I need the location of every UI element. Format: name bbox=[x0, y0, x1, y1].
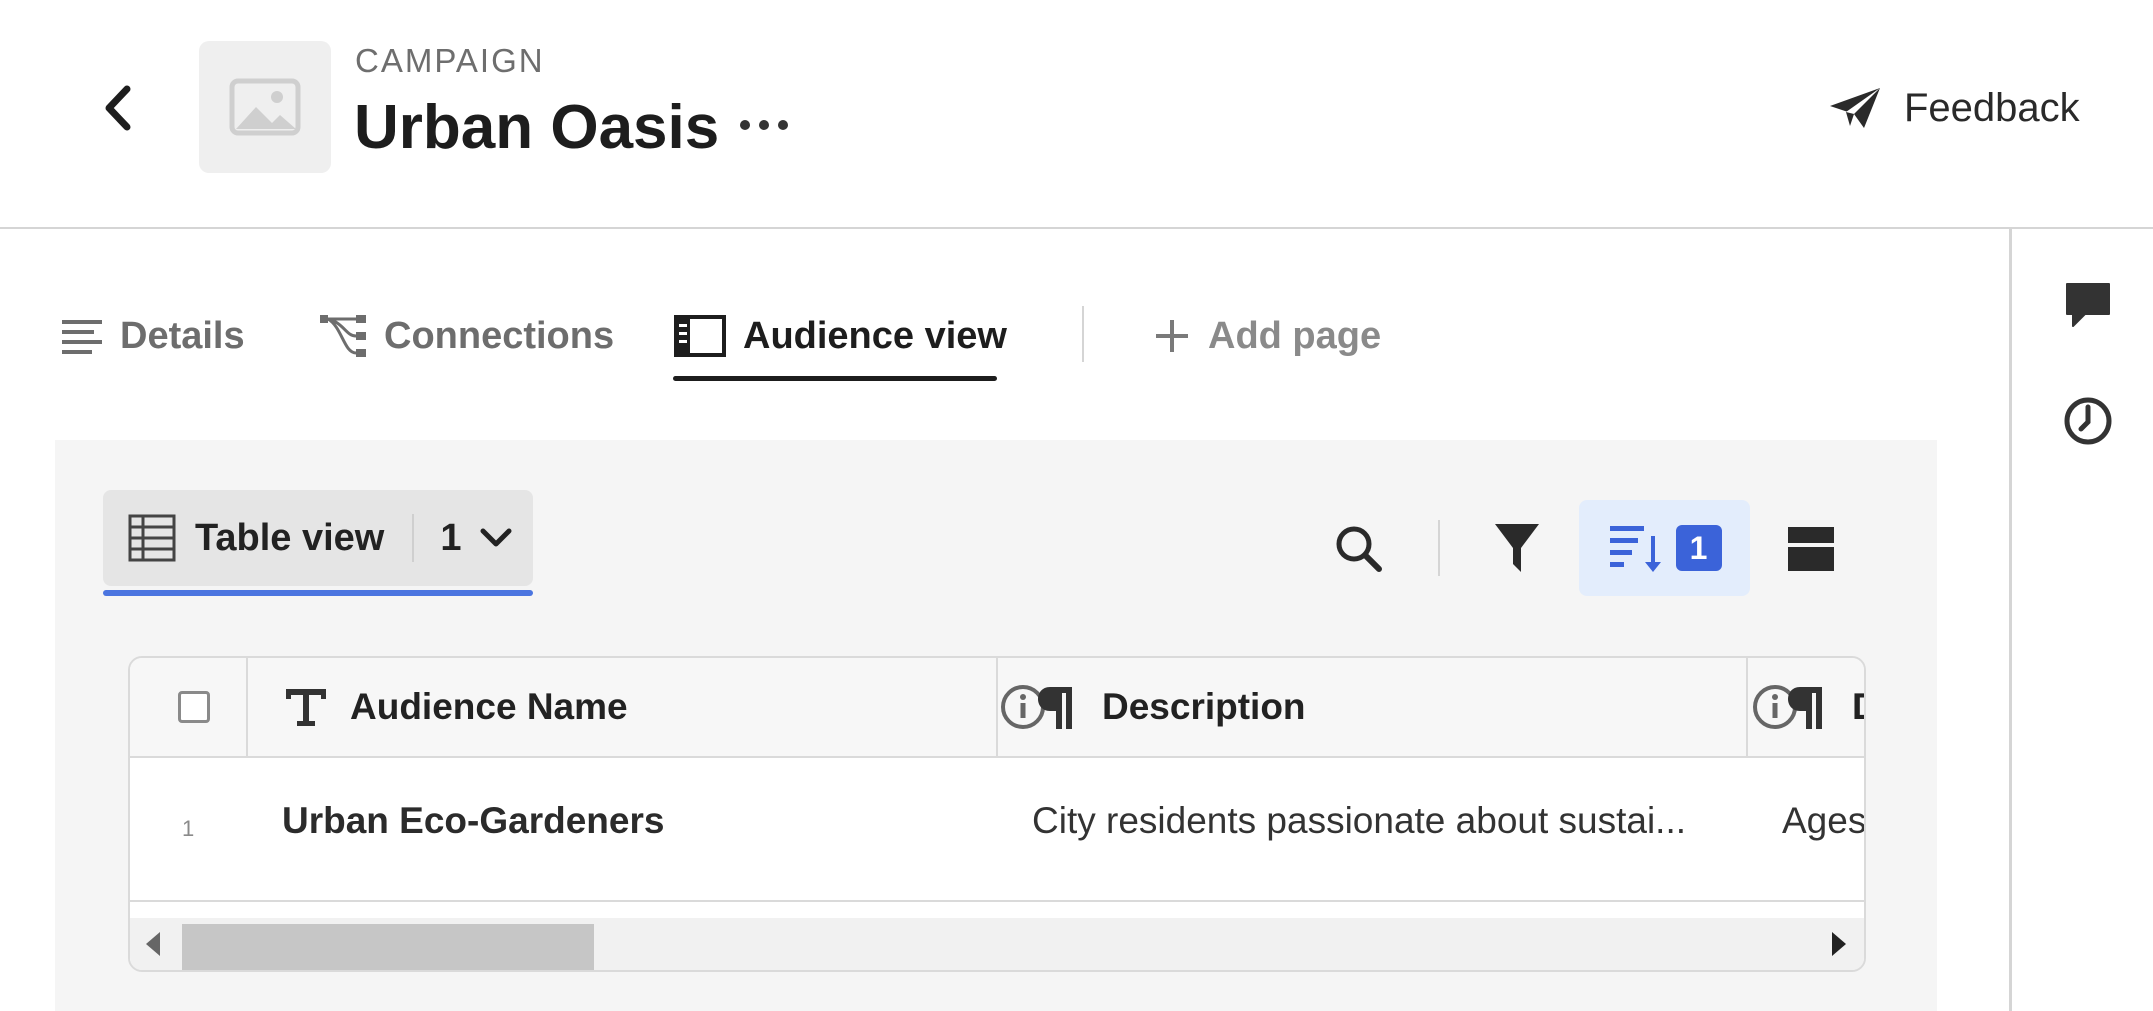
paragraph-icon bbox=[1788, 687, 1822, 729]
history-button[interactable] bbox=[2060, 393, 2116, 449]
column-label: Description bbox=[1102, 686, 1306, 727]
tab-connections[interactable]: Connections bbox=[318, 300, 614, 372]
column-header-description[interactable]: Description bbox=[1036, 658, 1797, 756]
view-name: Table view bbox=[195, 516, 385, 559]
chevron-down-icon bbox=[480, 528, 512, 547]
sort-button[interactable]: 1 bbox=[1579, 500, 1750, 596]
audience-table: Audience Name Description D 1 Urban Eco-… bbox=[128, 656, 1866, 972]
tab-label: Details bbox=[120, 314, 245, 357]
column-header-third[interactable]: D bbox=[1786, 658, 1864, 756]
view-switcher-button[interactable]: Table view 1 bbox=[103, 490, 533, 586]
page-title: Urban Oasis bbox=[354, 93, 720, 162]
view-switcher-divider bbox=[412, 514, 415, 562]
campaign-thumbnail bbox=[199, 41, 331, 173]
tab-add-page[interactable]: Add page bbox=[1152, 300, 1381, 372]
active-tab-indicator bbox=[673, 376, 997, 381]
paragraph-icon bbox=[1038, 687, 1072, 729]
row-height-button[interactable] bbox=[1776, 500, 1846, 596]
right-rail bbox=[2009, 229, 2153, 1011]
tab-audience-view[interactable]: Audience view bbox=[673, 300, 1007, 372]
connections-icon bbox=[320, 315, 366, 357]
feedback-label: Feedback bbox=[1904, 85, 2080, 130]
view-count: 1 bbox=[440, 516, 462, 559]
scrollbar-thumb[interactable] bbox=[182, 924, 594, 970]
view-switcher-indicator bbox=[103, 590, 533, 596]
cell-third-column[interactable]: Ages bbox=[1782, 800, 1864, 842]
filter-icon bbox=[1495, 524, 1539, 572]
comments-button[interactable] bbox=[2060, 277, 2116, 333]
row-height-icon bbox=[1788, 527, 1834, 571]
column-header-audience-name[interactable]: Audience Name bbox=[284, 658, 1045, 756]
row-number: 1 bbox=[182, 816, 195, 841]
sort-icon bbox=[1609, 526, 1661, 572]
send-icon bbox=[1830, 88, 1880, 128]
table-icon bbox=[128, 514, 176, 562]
column-divider bbox=[996, 658, 998, 756]
tab-details[interactable]: Details bbox=[60, 300, 245, 372]
tabs-divider bbox=[1082, 306, 1084, 362]
horizontal-scrollbar[interactable] bbox=[130, 918, 1864, 970]
details-icon bbox=[62, 320, 102, 354]
column-divider bbox=[246, 658, 248, 756]
back-button[interactable] bbox=[92, 78, 144, 138]
plus-icon bbox=[1156, 320, 1188, 352]
scroll-left-icon[interactable] bbox=[146, 932, 160, 956]
text-type-icon bbox=[286, 689, 326, 726]
cell-audience-name[interactable]: Urban Eco-Gardeners bbox=[282, 800, 664, 842]
filter-button[interactable] bbox=[1478, 500, 1556, 596]
tab-label: Audience view bbox=[743, 314, 1007, 357]
page-kicker: CAMPAIGN bbox=[355, 42, 545, 79]
scroll-right-icon[interactable] bbox=[1832, 932, 1846, 956]
page-header: CAMPAIGN Urban Oasis Feedback bbox=[0, 0, 2153, 229]
column-label: Audience Name bbox=[350, 686, 628, 727]
more-icon bbox=[740, 120, 788, 130]
chevron-left-icon bbox=[105, 85, 131, 131]
sort-count-badge: 1 bbox=[1675, 525, 1722, 571]
feedback-button[interactable]: Feedback bbox=[1828, 80, 2080, 136]
cell-description[interactable]: City residents passionate about sustai..… bbox=[1032, 800, 1686, 842]
more-actions-button[interactable] bbox=[737, 108, 791, 142]
column-divider bbox=[1746, 658, 1748, 756]
image-placeholder-icon bbox=[229, 78, 301, 136]
comment-icon bbox=[2066, 283, 2110, 327]
toolbar-divider bbox=[1438, 520, 1440, 576]
tab-label: Connections bbox=[384, 314, 615, 357]
search-button[interactable] bbox=[1320, 500, 1396, 596]
audience-view-icon bbox=[674, 315, 726, 357]
table-row[interactable]: 1 Urban Eco-Gardeners City residents pas… bbox=[130, 758, 1864, 902]
clock-icon bbox=[2064, 397, 2112, 445]
tab-label: Add page bbox=[1208, 314, 1382, 357]
column-label: D bbox=[1852, 686, 1864, 728]
select-all-cell bbox=[178, 658, 210, 756]
table-header: Audience Name Description D bbox=[130, 658, 1864, 758]
select-all-checkbox[interactable] bbox=[178, 691, 210, 723]
search-icon bbox=[1336, 526, 1382, 572]
